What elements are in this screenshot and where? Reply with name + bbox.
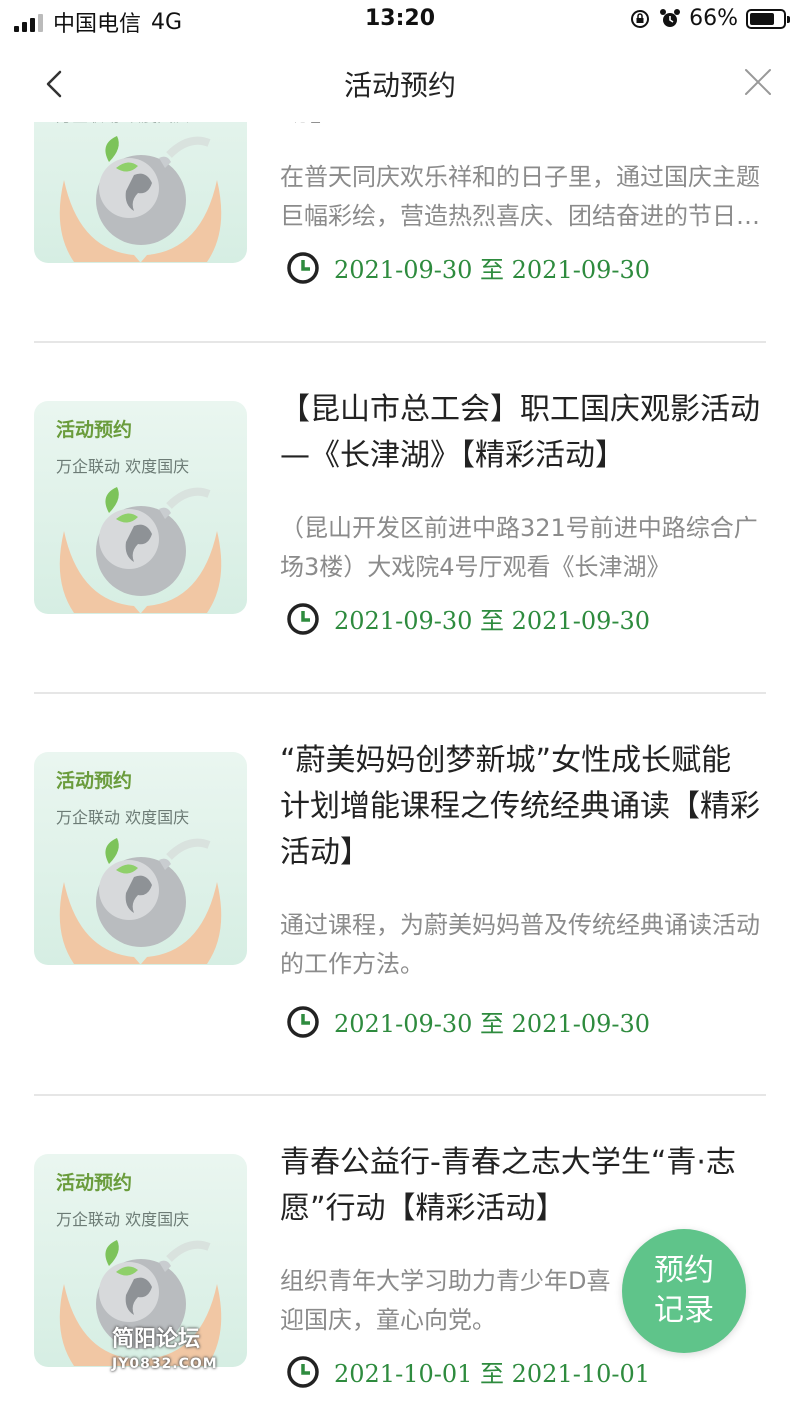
- activity-date-range: 2021-09-30 至 2021-09-30: [334, 256, 651, 284]
- activity-title: 【昆山市总工会】职工国庆观影活动—《长津湖》【精彩活动】: [280, 392, 760, 473]
- status-bar: 中国电信 4G 13:20 66%: [0, 0, 800, 42]
- activity-card[interactable]: 活动预约 万企联动 欢度国庆 动】 在普天同庆欢乐祥和的日子里，通过国庆主题巨幅…: [34, 122, 766, 343]
- orientation-lock-icon: [631, 9, 650, 28]
- activity-date: 2021-09-30 至 2021-09-30: [286, 601, 650, 636]
- activity-thumbnail: 活动预约 万企联动 欢度国庆: [34, 752, 247, 965]
- activity-date: 2021-09-30 至 2021-09-30: [286, 250, 650, 285]
- battery-percent: 66%: [689, 6, 738, 31]
- activity-description: 通过课程，为蔚美妈妈普及传统经典诵读活动的工作方法。: [280, 911, 760, 978]
- activity-date-range: 2021-09-30 至 2021-09-30: [334, 1010, 651, 1038]
- clock-icon: [287, 251, 319, 284]
- status-right: 66%: [629, 6, 790, 31]
- booking-records-button[interactable]: 预约 记录: [622, 1229, 746, 1353]
- clock-icon: [287, 1005, 319, 1038]
- page-title: 活动预约: [343, 69, 456, 102]
- booking-records-line1: 预约: [654, 1253, 714, 1288]
- clock-icon: [287, 1355, 319, 1388]
- activity-date-range: 2021-09-30 至 2021-09-30: [334, 607, 651, 635]
- activity-date: 2021-09-30 至 2021-09-30: [286, 1004, 650, 1039]
- alarm-icon: [660, 8, 681, 27]
- activity-date: 2021-10-01 至 2021-10-01: [286, 1354, 650, 1389]
- activity-card[interactable]: 活动预约 万企联动 欢度国庆 “蔚美妈妈创梦新城”女性成长赋能计划增能课程之传统…: [34, 694, 766, 1096]
- battery-icon: [746, 8, 790, 29]
- forum-watermark: 简阳论坛 JY0832.COM: [112, 1328, 218, 1376]
- activity-date-range: 2021-10-01 至 2021-10-01: [334, 1360, 651, 1388]
- activity-title: 动】: [280, 122, 760, 134]
- activity-description: 组织青年大学习助力青少年D喜迎国庆，童心向党。: [280, 1267, 611, 1334]
- activity-card[interactable]: 活动预约 万企联动 欢度国庆 【昆山市总工会】职工国庆观影活动—《长津湖》【精彩…: [34, 343, 766, 694]
- globe-hands-icon: [59, 838, 222, 964]
- close-icon[interactable]: [740, 64, 776, 100]
- activity-title: “蔚美妈妈创梦新城”女性成长赋能计划增能课程之传统经典诵读【精彩活动】: [280, 743, 760, 870]
- activity-list[interactable]: 活动预约 万企联动 欢度国庆 动】 在普天同庆欢乐祥和的日子里，通过国庆主题巨幅…: [0, 122, 800, 1423]
- globe-hands-icon: [59, 487, 222, 613]
- globe-hands-icon: [59, 136, 222, 262]
- activity-thumbnail: 活动预约 万企联动 欢度国庆: [34, 122, 247, 263]
- activity-thumbnail: 活动预约 万企联动 欢度国庆: [34, 401, 247, 614]
- booking-records-line2: 记录: [654, 1293, 714, 1328]
- activity-title: 青春公益行-青春之志大学生“青·志愿”行动【精彩活动】: [280, 1145, 736, 1226]
- watermark-title: 简阳论坛: [112, 1327, 201, 1352]
- nav-bar: 活动预约: [0, 42, 800, 122]
- clock-icon: [287, 602, 319, 635]
- activity-description: 在普天同庆欢乐祥和的日子里，通过国庆主题巨幅彩绘，营造热烈喜庆、团结奋进的节日氛…: [280, 163, 760, 230]
- watermark-url: JY0832.COM: [112, 1356, 218, 1372]
- activity-description: （昆山开发区前进中路321号前进中路综合广场3楼）大戏院4号厅观看《长津湖》: [280, 514, 758, 581]
